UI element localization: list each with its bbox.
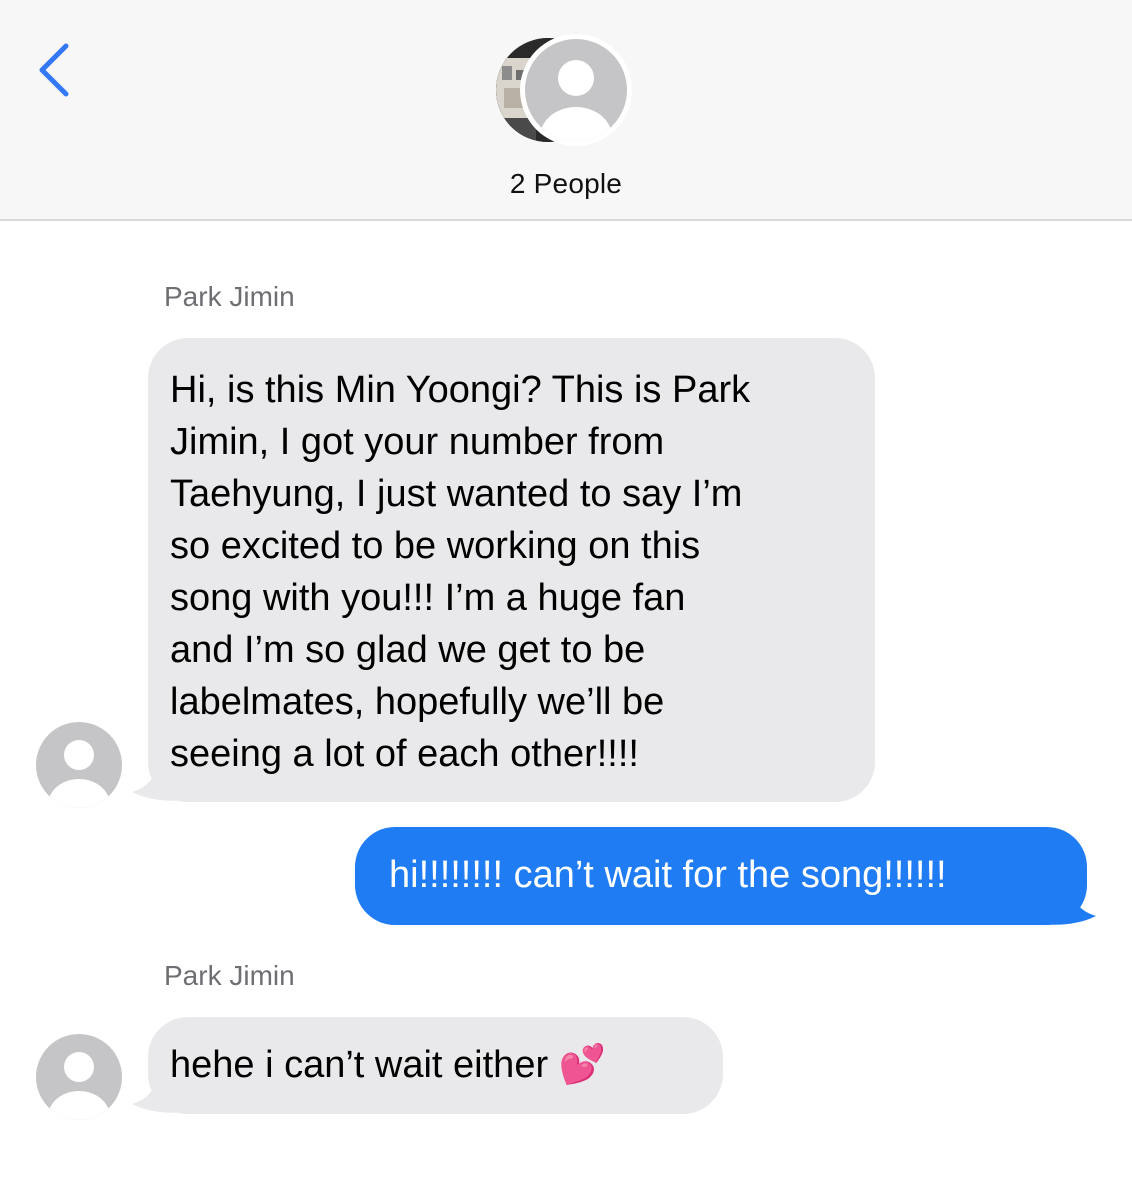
contact-default-avatar (520, 34, 632, 146)
group-avatar[interactable] (496, 34, 636, 146)
sender-name: Park Jimin (164, 281, 295, 312)
chevron-left-icon (39, 43, 69, 97)
sender-avatar[interactable] (36, 722, 122, 808)
conversation-title[interactable]: 2 People (0, 168, 1132, 200)
back-button[interactable] (30, 38, 80, 98)
sender-avatar[interactable] (36, 1034, 122, 1120)
message-text: Hi, is this Min Yoongi? This is Park Jim… (170, 369, 751, 775)
sender-name: Park Jimin (164, 960, 295, 991)
conversation-header: 2 People (0, 0, 1132, 221)
message-bubble-incoming[interactable]: hehe i can’t wait either 💕 (148, 1017, 723, 1114)
person-icon (36, 1034, 122, 1120)
person-icon (36, 722, 122, 808)
message-bubble-outgoing[interactable]: hi!!!!!!!! can’t wait for the song!!!!!! (355, 827, 1087, 925)
message-text: hehe i can’t wait either 💕 (170, 1044, 606, 1086)
message-text: hi!!!!!!!! can’t wait for the song!!!!!! (389, 854, 947, 896)
person-icon (525, 39, 627, 141)
message-bubble-incoming[interactable]: Hi, is this Min Yoongi? This is Park Jim… (148, 338, 875, 802)
